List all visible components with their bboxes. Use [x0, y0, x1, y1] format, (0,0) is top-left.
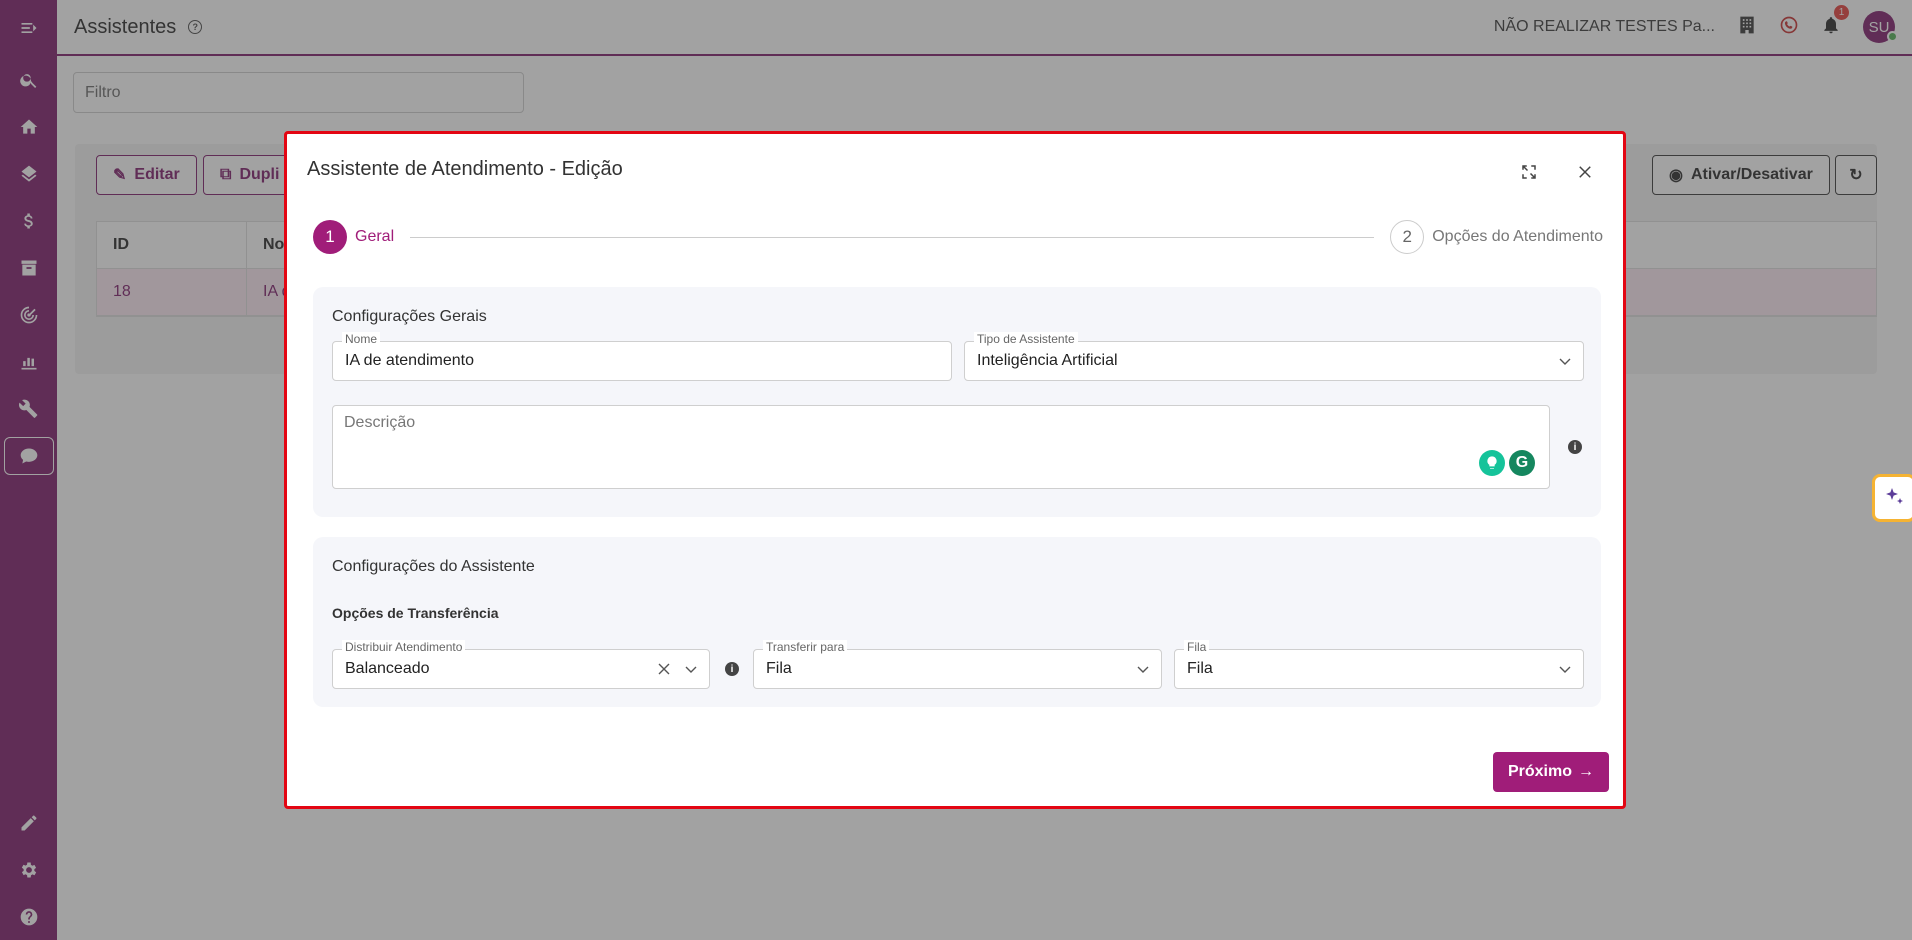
transfer-options-title: Opções de Transferência — [332, 605, 499, 621]
assistant-type-value: Inteligência Artificial — [977, 352, 1118, 369]
ai-assistant-bubble[interactable] — [1872, 474, 1912, 522]
arrow-right-icon: → — [1578, 763, 1594, 780]
chevron-down-icon — [1559, 358, 1571, 365]
transfer-to-select[interactable]: Transferir para Fila — [753, 640, 1162, 689]
transfer-to-label: Transferir para — [763, 640, 848, 654]
next-button-label: Próximo — [1507, 763, 1572, 780]
grammarly-icon[interactable]: G — [1509, 450, 1535, 476]
name-field[interactable]: Nome IA de atendimento — [332, 332, 952, 381]
general-settings-title: Configurações Gerais — [332, 308, 487, 325]
info-icon[interactable]: i — [1568, 440, 1582, 454]
expand-icon[interactable] — [1517, 160, 1541, 184]
stepper: 1 Geral 2 Opções do Atendimento — [313, 220, 1603, 254]
name-field-label: Nome — [342, 332, 381, 346]
assistant-settings-title: Configurações do Assistente — [332, 558, 535, 575]
description-textarea[interactable]: Descrição G — [332, 405, 1550, 489]
info-icon[interactable]: i — [725, 662, 739, 676]
step-connector — [410, 236, 1375, 238]
next-button[interactable]: Próximo → — [1493, 752, 1609, 792]
sparkle-icon — [1886, 488, 1903, 504]
lightbulb-icon[interactable] — [1479, 450, 1505, 476]
distribute-select[interactable]: Distribuir Atendimento Balanceado — [332, 640, 710, 689]
assistant-type-select[interactable]: Tipo de Assistente Inteligência Artifici… — [964, 332, 1584, 381]
assistant-settings-section: Configurações do Assistente Opções de Tr… — [313, 537, 1601, 707]
close-icon[interactable] — [1573, 160, 1597, 184]
assistant-edit-modal: Assistente de Atendimento - Edição 1 Ger… — [284, 131, 1626, 809]
chevron-down-icon — [685, 666, 697, 673]
chevron-down-icon — [1137, 666, 1149, 673]
grammarly-widget[interactable]: G — [1479, 450, 1535, 476]
step-1-label[interactable]: Geral — [355, 228, 394, 246]
distribute-value: Balanceado — [345, 660, 430, 677]
general-settings-section: Configurações Gerais Nome IA de atendime… — [313, 287, 1601, 517]
assistant-type-label: Tipo de Assistente — [974, 332, 1078, 346]
transfer-to-value: Fila — [766, 660, 792, 677]
step-1-indicator[interactable]: 1 — [313, 220, 347, 254]
clear-icon[interactable] — [657, 662, 671, 676]
distribute-label: Distribuir Atendimento — [342, 640, 466, 654]
queue-value: Fila — [1187, 660, 1213, 677]
chevron-down-icon — [1559, 666, 1571, 673]
step-2-label[interactable]: Opções do Atendimento — [1432, 228, 1603, 246]
description-placeholder: Descrição — [344, 414, 416, 431]
step-2-indicator[interactable]: 2 — [1390, 220, 1425, 254]
app: Assistentes ? NÃO REALIZAR TESTES Pa... … — [0, 0, 1912, 940]
queue-label: Fila — [1184, 640, 1210, 654]
queue-select[interactable]: Fila Fila — [1174, 640, 1584, 689]
name-field-value: IA de atendimento — [345, 352, 474, 369]
modal-title: Assistente de Atendimento - Edição — [307, 158, 623, 180]
